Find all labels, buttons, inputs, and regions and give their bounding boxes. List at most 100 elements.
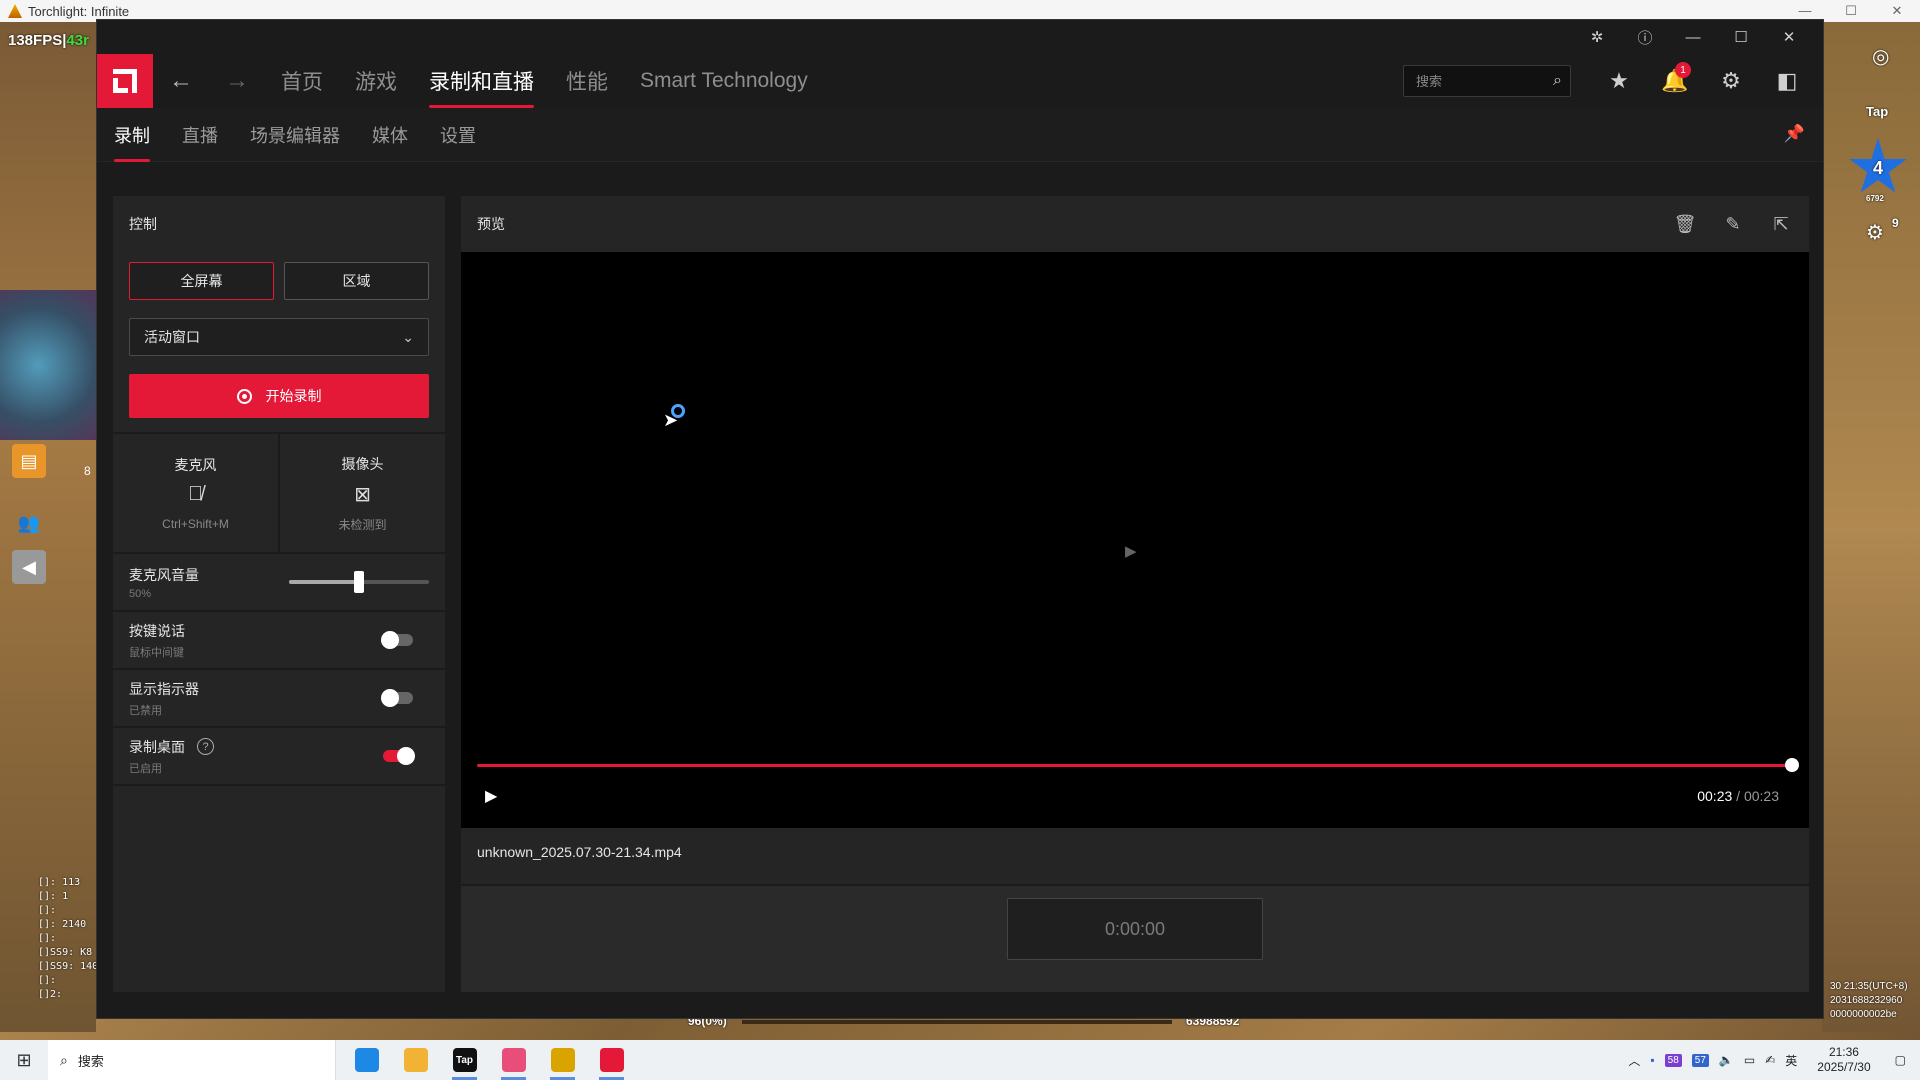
show-indicator-row: 显示指示器 已禁用 [113,670,445,728]
pin-icon[interactable]: 📌 [1784,124,1805,144]
video-progress-handle[interactable] [1785,758,1799,772]
game-friends-icon[interactable]: 👥 [12,506,46,540]
network-icon[interactable]: ▭ [1744,1053,1755,1067]
search-icon[interactable]: ⌕ [1553,72,1562,90]
record-desktop-toggle[interactable] [383,747,415,765]
amd-logo[interactable] [97,54,153,108]
game-minimize-button[interactable]: — [1782,3,1828,19]
system-tray: ︿ ▪ 58 57 🔈 ▭ ✍ 英 21:36 2025/7/30 ▢ [1623,1040,1920,1080]
tab-performance[interactable]: 性能 [566,54,608,108]
search-input[interactable] [1416,73,1554,89]
taskbar-app-file-explorer[interactable] [391,1040,440,1080]
microphone-toggle[interactable]: 麦克风 🎙̸ Ctrl+Shift+M [113,434,278,552]
subtab-record[interactable]: 录制 [114,108,150,162]
ime-indicator[interactable]: 英 [1785,1052,1797,1069]
game-debug-stats: []: 113 []: 1 []: []: 2140 []: []SS9: K8 []S… [38,877,99,1000]
maximize-button[interactable]: ☐ [1717,20,1765,54]
record-icon [236,388,252,404]
tray-58-badge[interactable]: 58 [1664,1053,1682,1067]
favorites-star-icon[interactable]: ★ [1591,54,1647,108]
search-icon: ⌕ [60,1051,68,1068]
taskbar-app-media-app[interactable] [489,1040,538,1080]
clock[interactable]: 21:36 2025/7/30 [1812,1045,1875,1075]
main-nav: ← → 首页 游戏 录制和直播 性能 Smart Technology ⌕ ★ … [97,54,1823,108]
video-progress-bar[interactable] [477,758,1799,772]
game-maximize-button[interactable]: ☐ [1828,3,1874,19]
tab-smart-technology[interactable]: Smart Technology [640,54,808,108]
center-play-icon[interactable]: ▶ [1125,542,1137,560]
taskbar-app-edge[interactable] [342,1040,391,1080]
amd-titlebar: ✲ ⓘ — ☐ ✕ [97,20,1823,54]
camera-status: 未检测到 [338,517,387,532]
camera-toggle[interactable]: 摄像头 ⊠ 未检测到 [278,434,445,552]
camera-title: 摄像头 [341,455,384,472]
tab-record-stream[interactable]: 录制和直播 [429,54,534,108]
taskbar-app-amd-software[interactable] [587,1040,636,1080]
tab-games[interactable]: 游戏 [355,54,397,108]
taskbar-search-label: 搜索 [77,1053,104,1069]
sub-nav: 录制 直播 场景编辑器 媒体 设置 📌 [97,108,1823,162]
tab-home[interactable]: 首页 [281,54,323,108]
taskbar-search[interactable]: ⌕ 搜索 [48,1040,336,1080]
push-to-talk-sub: 鼠标中间键 [129,646,184,659]
help-icon[interactable]: ⓘ [1621,20,1669,54]
game-counter: 8 [84,464,91,478]
forward-arrow-icon[interactable]: → [209,67,265,95]
show-indicator-sub: 已禁用 [129,704,162,717]
control-panel: 控制 全屏幕 区域 活动窗口 ⌄ 开始录制 麦克风 🎙̸ Ctrl+Shift+… [113,196,445,992]
taskbar-app-torchlight[interactable] [538,1040,587,1080]
amd-software-window: ✲ ⓘ — ☐ ✕ ← → 首页 游戏 录制和直播 性能 Smart Techn… [96,19,1824,1019]
edit-pencil-icon[interactable]: ✎ [1709,214,1757,235]
start-recording-button[interactable]: 开始录制 [129,374,429,418]
region-button[interactable]: 区域 [284,262,429,300]
volume-icon[interactable]: 🔈 [1719,1053,1734,1067]
push-to-talk-label: 按键说话 [129,622,185,639]
taskbar-apps: Tap [342,1040,636,1080]
preview-panel: 预览 🗑 ✎ ⇱ ➤ ▶ ▶ 00:23 / 00:23 unknown_202… [461,196,1809,992]
fps-counter: 138FPS|43r [8,32,89,49]
close-button[interactable]: ✕ [1765,20,1813,54]
sidebar-panel-icon[interactable]: ◧ [1759,54,1815,108]
pen-icon[interactable]: ✍ [1765,1053,1775,1067]
play-button-icon[interactable]: ▶ [485,786,497,806]
tray-app-icon[interactable]: ▪ [1650,1053,1654,1067]
timeline-area: 0:00:00 [461,884,1809,992]
mic-volume-slider[interactable] [289,571,429,593]
clock-time: 21:36 [1828,1045,1859,1059]
game-close-button[interactable]: ✕ [1874,3,1920,19]
game-collapse-icon[interactable]: ◀ [12,550,46,584]
help-circle-icon[interactable]: ? [197,738,214,755]
subtab-scene-editor[interactable]: 场景编辑器 [250,108,340,162]
share-icon[interactable]: ⇱ [1757,214,1805,235]
record-desktop-label: 录制桌面 [129,738,185,755]
fullscreen-button[interactable]: 全屏幕 [129,262,274,300]
torchlight-app-icon [8,4,22,18]
tray-expand-icon[interactable]: ︿ [1628,1052,1640,1069]
start-recording-label: 开始录制 [265,388,322,404]
subtab-media[interactable]: 媒体 [372,108,408,162]
taskbar-app-tap[interactable]: Tap [440,1040,489,1080]
push-to-talk-toggle[interactable] [381,631,413,649]
notification-center-icon[interactable]: ▢ [1895,1053,1906,1067]
total-time: / 00:23 [1736,788,1779,804]
bug-report-icon[interactable]: ✲ [1573,20,1621,54]
game-chat-icon[interactable]: ▤ [12,444,46,478]
notifications-bell-icon[interactable]: 🔔 1 [1647,54,1703,108]
capture-source-dropdown[interactable]: 活动窗口 ⌄ [129,318,429,356]
settings-gear-icon[interactable]: ⚙ [1703,54,1759,108]
back-arrow-icon[interactable]: ← [153,67,209,95]
subtab-settings[interactable]: 设置 [440,108,476,162]
trash-icon[interactable]: 🗑 [1661,214,1709,235]
windows-start-icon[interactable]: ⊞ [0,1040,48,1080]
video-player[interactable]: ➤ ▶ ▶ 00:23 / 00:23 [461,252,1809,828]
edge-icon [354,1048,379,1072]
tray-57-badge[interactable]: 57 [1691,1053,1709,1067]
subtab-stream[interactable]: 直播 [182,108,218,162]
minimize-button[interactable]: — [1669,20,1717,54]
show-indicator-toggle[interactable] [381,689,413,707]
mic-volume-slider-handle[interactable] [354,571,364,593]
search-field[interactable]: ⌕ [1403,65,1571,97]
chevron-down-icon: ⌄ [402,328,414,345]
game-gear-hud-icon[interactable]: ⚙ [1866,220,1884,245]
game-compass-icon[interactable]: ◎ [1872,44,1889,69]
